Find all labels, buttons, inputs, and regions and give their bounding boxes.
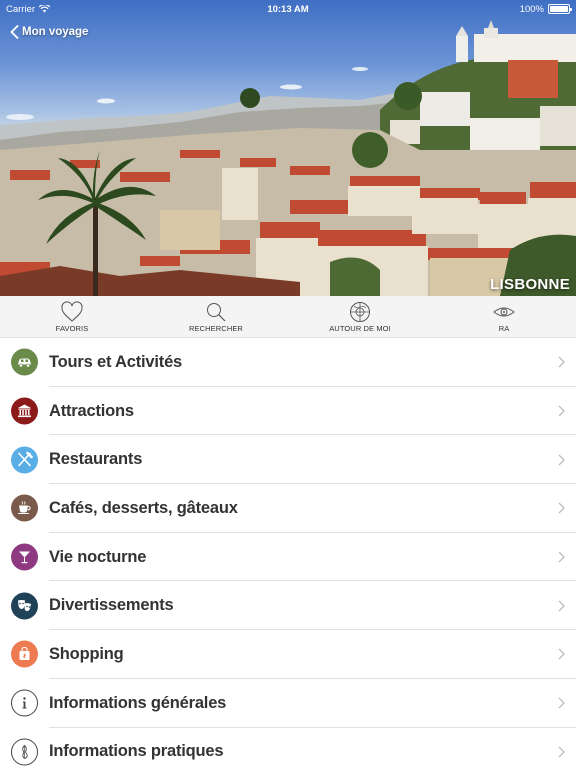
info-icon bbox=[22, 697, 27, 709]
menu-item-label: Tours et Activités bbox=[49, 352, 183, 371]
city-title: LISBONNE bbox=[490, 276, 570, 293]
heart-icon bbox=[61, 301, 83, 322]
clock: 10:13 AM bbox=[267, 3, 309, 15]
eye-icon bbox=[493, 307, 515, 317]
tour-car-icon bbox=[18, 358, 31, 368]
menu-item-divertissements[interactable]: Divertissements bbox=[0, 581, 576, 630]
tab-label: RECHERCHER bbox=[189, 324, 243, 333]
row-icon-bg bbox=[11, 446, 38, 474]
search-icon bbox=[207, 303, 226, 322]
tab-ra[interactable]: RA bbox=[432, 296, 576, 337]
tab-label: FAVORIS bbox=[55, 324, 89, 333]
back-button[interactable]: Mon voyage bbox=[10, 25, 88, 39]
crosshair-globe-icon bbox=[350, 302, 370, 322]
tab-bar: FAVORIS RECHERCHER AUTOUR DE MOI RA bbox=[0, 296, 576, 338]
menu-item-label: Restaurants bbox=[49, 450, 143, 469]
coffee-cup-icon bbox=[18, 501, 31, 515]
row-icon-bg bbox=[11, 640, 38, 668]
practical-info-icon bbox=[22, 744, 28, 759]
chevron-right-icon bbox=[558, 405, 565, 417]
menu-item-vie-nocturne[interactable]: Vie nocturne bbox=[0, 533, 576, 582]
menu-item-label: Shopping bbox=[49, 644, 124, 663]
tab-label: AUTOUR DE MOI bbox=[329, 324, 391, 333]
category-list: Tours et Activités Attractions Restauran… bbox=[0, 338, 576, 768]
menu-item-label: Vie nocturne bbox=[49, 547, 147, 566]
monument-icon bbox=[18, 404, 31, 418]
tab-label: RA bbox=[498, 324, 510, 333]
row-icon-bg bbox=[11, 738, 38, 766]
battery-level bbox=[550, 6, 568, 12]
menu-item-tours-activites[interactable]: Tours et Activités bbox=[0, 338, 576, 387]
menu-item-label: Divertissements bbox=[49, 596, 174, 615]
back-button-label: Mon voyage bbox=[22, 26, 89, 38]
menu-item-informations-generales[interactable]: Informations générales bbox=[0, 679, 576, 728]
chevron-right-icon bbox=[558, 746, 565, 758]
row-icon-bg bbox=[11, 397, 38, 425]
cocktail-icon bbox=[19, 551, 30, 564]
menu-item-shopping[interactable]: Shopping bbox=[0, 630, 576, 679]
chevron-right-icon bbox=[558, 502, 565, 514]
chevron-right-icon bbox=[558, 600, 565, 612]
chevron-left-icon bbox=[10, 25, 19, 39]
fork-knife-icon bbox=[18, 451, 33, 467]
battery-icon bbox=[548, 4, 572, 14]
menu-item-cafes[interactable]: Cafés, desserts, gâteaux bbox=[0, 484, 576, 533]
chevron-right-icon bbox=[558, 356, 565, 368]
row-icon-bg bbox=[11, 689, 38, 717]
menu-item-restaurants[interactable]: Restaurants bbox=[0, 435, 576, 484]
chevron-right-icon bbox=[558, 697, 565, 709]
menu-item-informations-pratiques[interactable]: Informations pratiques bbox=[0, 728, 576, 768]
chevron-right-icon bbox=[558, 649, 565, 660]
lisbon-cityscape bbox=[0, 20, 576, 296]
menu-item-label: Cafés, desserts, gâteaux bbox=[49, 498, 238, 517]
shopping-bag-icon bbox=[19, 647, 30, 661]
chevron-right-icon bbox=[558, 551, 565, 563]
hero-image: Carrier 10:13 AM 100% Mon voyage LISBONN… bbox=[0, 0, 576, 296]
row-icon-bg bbox=[11, 494, 38, 522]
theater-masks-icon bbox=[18, 599, 31, 611]
menu-item-attractions[interactable]: Attractions bbox=[0, 387, 576, 436]
menu-item-label: Informations générales bbox=[49, 693, 227, 712]
menu-item-label: Informations pratiques bbox=[49, 742, 224, 761]
status-bar: Carrier 10:13 AM 100% bbox=[0, 0, 576, 18]
menu-item-label: Attractions bbox=[49, 401, 134, 420]
row-icon-bg bbox=[11, 348, 38, 376]
tab-rechercher[interactable]: RECHERCHER bbox=[144, 296, 288, 337]
chevron-right-icon bbox=[558, 454, 565, 466]
tab-favoris[interactable]: FAVORIS bbox=[0, 296, 144, 337]
row-icon-bg bbox=[11, 543, 38, 571]
row-icon-bg bbox=[11, 592, 38, 620]
tab-autour-de-moi[interactable]: AUTOUR DE MOI bbox=[288, 296, 432, 337]
